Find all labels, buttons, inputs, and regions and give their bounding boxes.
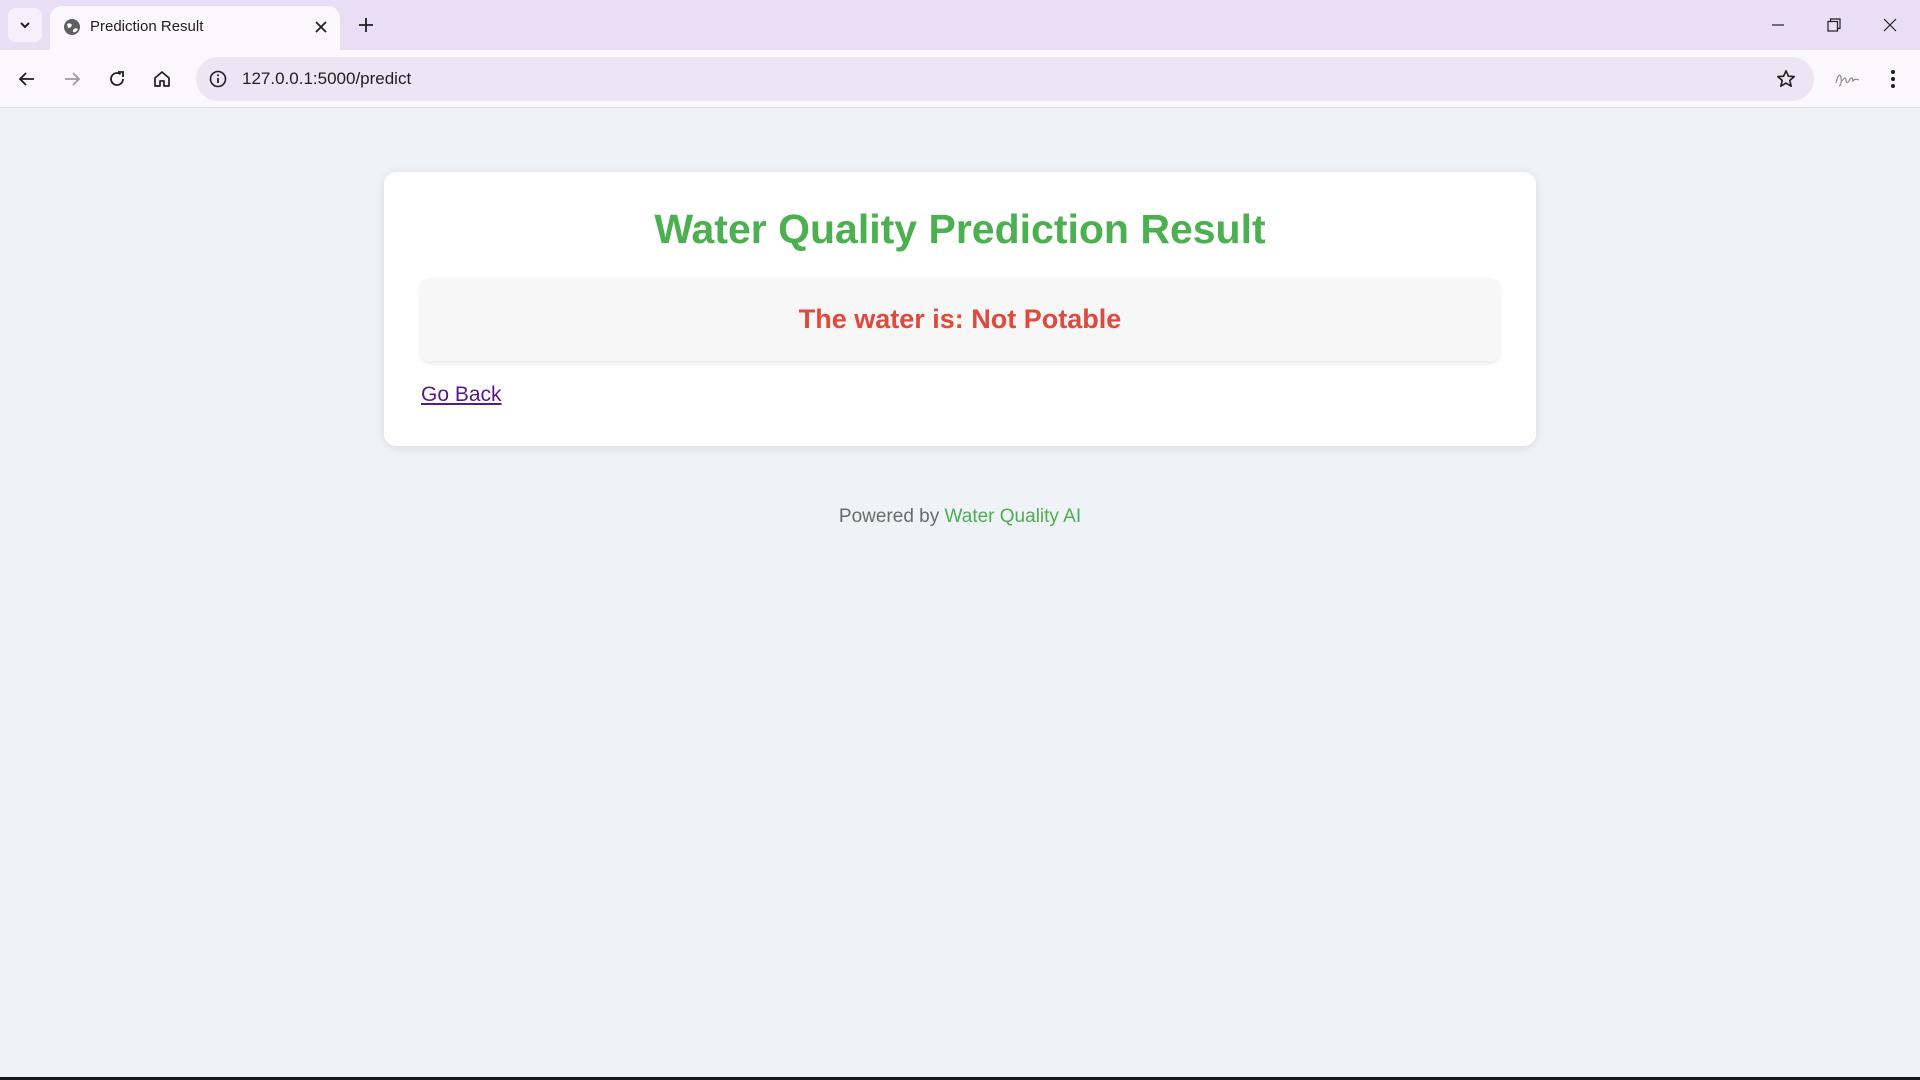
browser-toolbar: 127.0.0.1:5000/predict (0, 50, 1920, 108)
tab-title: Prediction Result (90, 18, 204, 35)
info-icon (209, 70, 227, 88)
footer-brand-link[interactable]: Water Quality AI (945, 506, 1082, 527)
close-icon (315, 21, 327, 33)
browser-menu-button[interactable] (1875, 61, 1911, 97)
reload-button[interactable] (99, 61, 135, 97)
tab-search-button[interactable] (8, 8, 42, 42)
profile-button[interactable] (1830, 61, 1866, 97)
new-tab-button[interactable] (350, 9, 382, 41)
footer-prefix: Powered by (838, 506, 940, 527)
back-icon (18, 72, 34, 86)
signature-avatar-icon (1835, 74, 1860, 87)
minimize-button[interactable] (1750, 0, 1806, 50)
minimize-icon (1772, 24, 1784, 26)
home-button[interactable] (144, 61, 180, 97)
star-icon (1777, 70, 1795, 87)
url-text[interactable]: 127.0.0.1:5000/predict (242, 69, 411, 89)
address-bar[interactable]: 127.0.0.1:5000/predict (196, 57, 1814, 101)
forward-icon (65, 72, 81, 86)
result-card: Water Quality Prediction Result The wate… (384, 172, 1536, 446)
active-tab[interactable]: Prediction Result (50, 6, 340, 50)
close-tab-button[interactable] (309, 15, 333, 39)
back-button[interactable] (9, 61, 45, 97)
prediction-result-text: The water is: Not Potable (798, 304, 1122, 334)
site-info-button[interactable] (206, 67, 230, 91)
forward-button[interactable] (54, 61, 90, 97)
globe-icon (64, 19, 80, 35)
kebab-menu-icon (1891, 70, 1895, 88)
restore-icon (1827, 18, 1841, 32)
go-back-link[interactable]: Go Back (421, 383, 502, 407)
tab-strip: Prediction Result (0, 0, 1920, 50)
plus-icon (359, 18, 373, 32)
window-close-button[interactable] (1862, 0, 1918, 50)
bookmark-button[interactable] (1774, 67, 1798, 91)
chevron-down-icon (20, 22, 30, 29)
restore-button[interactable] (1806, 0, 1862, 50)
reload-icon (110, 71, 124, 86)
home-icon (154, 71, 170, 87)
result-box: The water is: Not Potable (421, 279, 1499, 361)
page-title: Water Quality Prediction Result (654, 206, 1266, 252)
footer: Powered by Water Quality AI (0, 506, 1920, 528)
close-icon (1883, 18, 1897, 32)
